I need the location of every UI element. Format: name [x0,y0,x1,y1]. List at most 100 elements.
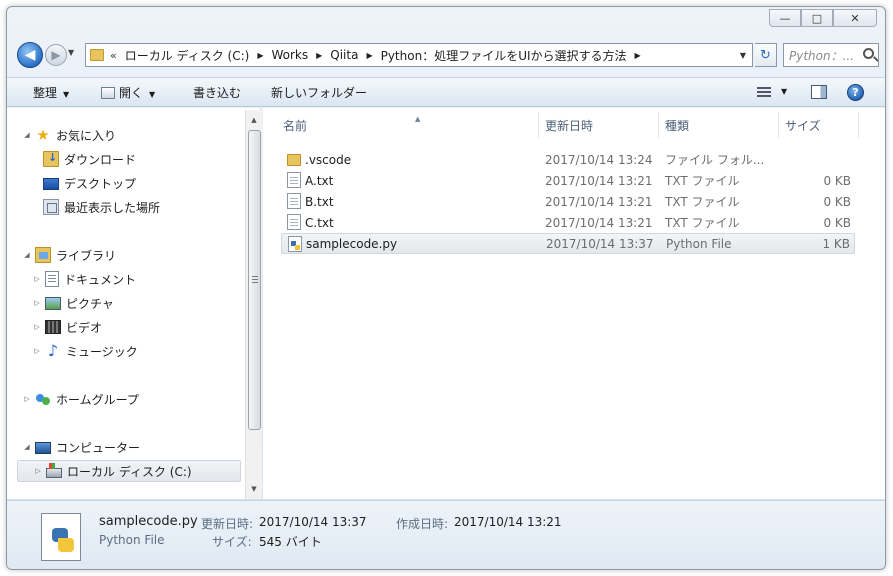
scrollbar-thumb[interactable] [248,130,261,430]
sidebar-item-label: 最近表示した場所 [64,200,161,215]
sidebar-item-label: デスクトップ [64,176,137,191]
recent-pages-dropdown-icon[interactable]: ▼ [68,48,74,57]
breadcrumb-overflow[interactable]: « [110,49,117,62]
expanded-arrow-icon[interactable]: ◢ [21,131,33,139]
sidebar-item-label: コンピューター [56,440,141,455]
collapsed-arrow-icon[interactable]: ▷ [31,275,43,283]
file-name: samplecode.py [306,236,398,251]
sidebar-item-label: ホームグループ [56,392,139,407]
sidebar-item-documents[interactable]: ▷ ドキュメント [31,268,136,290]
python-file-icon [288,236,302,252]
search-placeholder: Python：... [789,48,855,63]
computer-icon [35,441,51,454]
pictures-icon [45,297,61,310]
star-icon: ★ [36,126,50,144]
homegroup-icon [35,391,51,407]
help-icon[interactable]: ? [847,84,864,101]
collapsed-arrow-icon[interactable]: ▷ [31,323,43,331]
column-header-date[interactable]: 更新日時 [539,112,659,138]
refresh-button[interactable]: ↻ [755,43,777,67]
sidebar-item-homegroup[interactable]: ▷ ホームグループ [21,388,139,410]
search-input[interactable]: Python：... [783,43,879,67]
back-button[interactable]: ◀ [17,42,43,68]
file-date: 2017/10/14 13:37 [546,236,654,251]
navigation-scrollbar[interactable]: ▲ ▼ [245,110,262,499]
file-type: Python File [666,236,732,251]
breadcrumb-separator-icon[interactable]: ▶ [635,51,641,60]
sidebar-item-label: お気に入り [56,128,117,143]
open-icon [101,87,115,99]
file-row[interactable]: B.txt 2017/10/14 13:21 TXT ファイル 0 KB [281,191,855,212]
breadcrumb-separator-icon[interactable]: ▶ [316,51,322,60]
recent-places-icon [43,199,59,215]
details-created-value: 2017/10/14 13:21 [454,515,562,529]
organize-button[interactable]: 整理 ▼ [33,84,69,101]
collapsed-arrow-icon[interactable]: ▷ [31,347,43,355]
sidebar-item-pictures[interactable]: ▷ ピクチャ [31,292,114,314]
close-button[interactable]: ✕ [833,9,877,27]
details-size-value: 545 バイト [259,535,322,549]
minimize-button[interactable]: — [769,9,801,27]
navigation-pane: ◢ ★ お気に入り ダウンロード デスクトップ 最近表示した場所 ◢ ライブラリ… [7,108,261,499]
view-options-icon[interactable] [757,87,771,98]
column-header-name[interactable]: 名前 ▲ [277,112,539,138]
file-type: TXT ファイル [665,195,740,209]
collapsed-arrow-icon[interactable]: ▷ [21,395,33,403]
search-icon[interactable] [863,48,874,59]
breadcrumb-local-disk[interactable]: ローカル ディスク (C:) [125,47,250,64]
sidebar-item-libraries[interactable]: ◢ ライブラリ [21,244,116,266]
file-name: A.txt [305,173,334,188]
collapsed-arrow-icon[interactable]: ▷ [31,299,43,307]
caption-buttons: — □ ✕ [769,9,877,27]
file-row-selected[interactable]: samplecode.py 2017/10/14 13:37 Python Fi… [281,233,855,254]
breadcrumb-current-folder[interactable]: Python：処理ファイルをUIから選択する方法 [381,47,627,64]
address-bar[interactable]: « ローカル ディスク (C:) ▶ Works ▶ Qiita ▶ Pytho… [85,43,753,67]
chevron-down-icon[interactable]: ▼ [781,87,787,96]
breadcrumb-works[interactable]: Works [271,48,308,62]
details-modified-value: 2017/10/14 13:37 [259,515,367,529]
burn-button[interactable]: 書き込む [193,84,241,101]
scroll-down-icon[interactable]: ▼ [246,481,262,497]
column-header-type[interactable]: 種類 [659,112,779,138]
breadcrumb-separator-icon[interactable]: ▶ [257,51,263,60]
address-dropdown-icon[interactable]: ▼ [734,44,752,66]
sidebar-item-recent-places[interactable]: 最近表示した場所 [43,196,160,218]
grip-icon [252,276,258,283]
maximize-button[interactable]: □ [801,9,833,27]
details-modified-label: 更新日時: [201,517,254,531]
sidebar-item-label: ダウンロード [64,152,137,167]
collapsed-arrow-icon[interactable]: ▷ [32,467,44,475]
sort-ascending-icon: ▲ [415,115,421,123]
breadcrumb-separator-icon[interactable]: ▶ [366,51,372,60]
documents-icon [45,271,59,287]
sidebar-item-music[interactable]: ▷ ♪ ミュージック [31,340,137,362]
file-row[interactable]: .vscode 2017/10/14 13:24 ファイル フォル... [281,149,855,170]
file-size: 0 KB [823,215,851,230]
text-file-icon [287,193,301,209]
breadcrumb-qiita[interactable]: Qiita [330,48,358,62]
chevron-down-icon: ▼ [63,90,70,99]
file-row[interactable]: C.txt 2017/10/14 13:21 TXT ファイル 0 KB [281,212,855,233]
new-folder-button[interactable]: 新しいフォルダー [271,84,367,101]
column-header-size[interactable]: サイズ [779,112,859,138]
sidebar-item-label: ビデオ [66,320,103,335]
sidebar-item-computer[interactable]: ◢ コンピューター [21,436,140,458]
chevron-down-icon: ▼ [149,90,156,99]
expanded-arrow-icon[interactable]: ◢ [21,443,33,451]
open-button[interactable]: 開く ▼ [101,84,155,101]
expanded-arrow-icon[interactable]: ◢ [21,251,33,259]
sidebar-item-downloads[interactable]: ダウンロード [43,148,136,170]
file-row[interactable]: A.txt 2017/10/14 13:21 TXT ファイル 0 KB [281,170,855,191]
forward-button[interactable]: ▶ [45,44,67,66]
open-label: 開く [119,86,144,100]
file-size: 0 KB [823,194,851,209]
sidebar-item-desktop[interactable]: デスクトップ [43,172,136,194]
file-type: TXT ファイル [665,174,740,188]
details-created-label: 作成日時: [396,517,449,531]
sidebar-item-videos[interactable]: ▷ ビデオ [31,316,102,338]
scroll-up-icon[interactable]: ▲ [246,112,262,128]
preview-pane-icon[interactable] [811,85,827,99]
sidebar-item-local-disk[interactable]: ▷ ローカル ディスク (C:) [17,460,241,482]
file-name: C.txt [305,215,334,230]
sidebar-item-favorites[interactable]: ◢ ★ お気に入り [21,124,116,146]
